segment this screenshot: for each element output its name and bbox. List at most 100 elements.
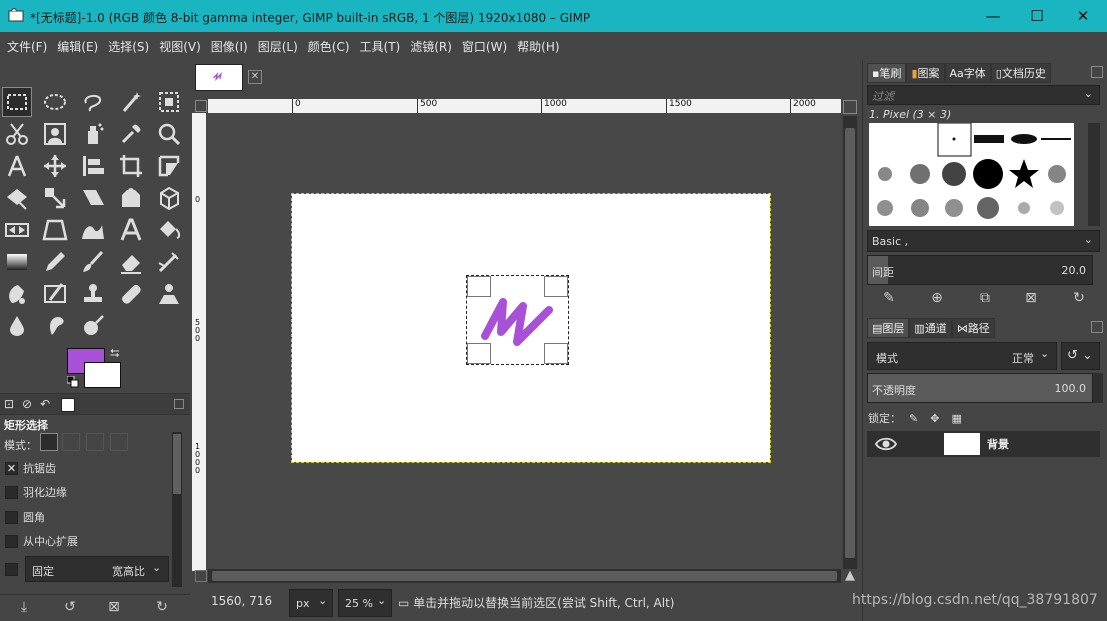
menu-tools[interactable]: 工具(T) — [355, 38, 406, 55]
layers-dock-menu-icon[interactable] — [1091, 321, 1103, 333]
spacing-slider[interactable]: 间距 20.0 — [867, 255, 1093, 285]
tab-menu-icon[interactable] — [174, 399, 184, 409]
zoom-tool[interactable] — [154, 119, 184, 149]
close-button[interactable]: ✕ — [1060, 0, 1106, 32]
tab-brushes[interactable]: ▪ 笔刷 — [867, 63, 907, 83]
option-feather-edges[interactable]: 羽化边缘 — [5, 483, 67, 501]
tab-document-history[interactable]: ▯ 文档历史 — [990, 63, 1051, 83]
clone-tool[interactable] — [78, 279, 108, 309]
edit-brush-icon[interactable]: ✎ — [879, 290, 899, 310]
save-options-icon[interactable]: ⤓ — [14, 599, 34, 619]
free-select-tool[interactable] — [78, 87, 108, 117]
quick-mask-toggle[interactable] — [195, 570, 207, 582]
image-tab-thumbnail[interactable] — [195, 64, 243, 91]
antialias-checkbox[interactable]: ✕ — [5, 461, 18, 475]
color-picker-tool[interactable] — [116, 119, 146, 149]
scrollbar-thumb[interactable] — [212, 571, 837, 581]
perspective-clone-tool[interactable] — [154, 279, 184, 309]
heal-tool[interactable] — [116, 279, 146, 309]
crop-tool[interactable] — [116, 151, 146, 181]
pencil-tool[interactable] — [40, 247, 70, 277]
feather-checkbox[interactable] — [5, 485, 18, 499]
layer-mode-dropdown[interactable]: 模式 正常 ⌄ — [867, 342, 1057, 370]
scrollbar-thumb[interactable] — [173, 434, 181, 494]
unified-transform-tool[interactable] — [154, 151, 184, 181]
duplicate-brush-icon[interactable]: ⧉ — [975, 290, 995, 310]
menu-filters[interactable]: 滤镜(R) — [405, 38, 457, 55]
ellipse-select-tool[interactable] — [40, 87, 70, 117]
fixed-checkbox[interactable] — [5, 562, 18, 576]
align-tool[interactable] — [78, 151, 108, 181]
paintbrush-tool[interactable] — [78, 247, 108, 277]
rectangle-selection[interactable] — [466, 275, 569, 365]
zoom-image-icon[interactable]: ▲ — [845, 568, 855, 583]
layer-row[interactable]: 背景 — [867, 431, 1100, 457]
bucket-fill-tool[interactable] — [154, 215, 184, 245]
mode-subtract-button[interactable] — [86, 433, 104, 451]
delete-brush-icon[interactable]: ⊠ — [1021, 290, 1041, 310]
maximize-button[interactable]: ☐ — [1014, 0, 1060, 32]
menu-select[interactable]: 选择(S) — [103, 38, 154, 55]
mode-add-button[interactable] — [62, 433, 80, 451]
canvas-viewport[interactable] — [208, 113, 841, 569]
menu-view[interactable]: 视图(V) — [154, 38, 206, 55]
reset-colors-icon[interactable] — [67, 376, 79, 388]
airbrush-select-tool[interactable] — [78, 119, 108, 149]
unit-dropdown[interactable]: px ⌄ — [289, 589, 333, 617]
rect-select-tool[interactable] — [2, 87, 32, 117]
flip-tool[interactable] — [2, 215, 32, 245]
ink-tool[interactable] — [2, 279, 32, 309]
move-tool[interactable] — [40, 151, 70, 181]
option-rounded-corners[interactable]: 圆角 — [5, 508, 45, 526]
refresh-brushes-icon[interactable]: ↻ — [1069, 290, 1089, 310]
warp-transform-tool[interactable] — [2, 183, 32, 213]
horizontal-ruler[interactable]: 0 500 1000 1500 2000 — [208, 99, 841, 113]
perspective-tool[interactable] — [40, 215, 70, 245]
undo-history-tab-icon[interactable]: ↶ — [40, 397, 50, 411]
measure-tool[interactable] — [2, 151, 32, 181]
background-color-swatch[interactable] — [84, 362, 121, 388]
menu-help[interactable]: 帮助(H) — [512, 38, 564, 55]
gradient-tool[interactable] — [2, 247, 32, 277]
eye-icon[interactable] — [875, 435, 897, 453]
handle-transform-tool[interactable] — [78, 215, 108, 245]
fixed-dropdown[interactable]: 固定 宽高比 ⌄ — [25, 556, 169, 582]
brush-dock-menu-icon[interactable] — [1091, 66, 1103, 78]
menu-file[interactable]: 文件(F) — [2, 38, 52, 55]
swap-colors-icon[interactable]: ⮀ — [110, 346, 120, 361]
tab-channels[interactable]: ▥ 通道 — [909, 318, 952, 338]
lock-pixels-icon[interactable]: ✎ — [909, 412, 918, 425]
tab-layers[interactable]: ▤ 图层 — [867, 318, 910, 338]
fuzzy-select-tool[interactable] — [116, 87, 146, 117]
mode-intersect-button[interactable] — [110, 433, 128, 451]
mode-replace-button[interactable] — [40, 433, 58, 451]
image-canvas[interactable] — [291, 193, 771, 463]
scale-tool[interactable] — [40, 183, 70, 213]
tool-options-scrollbar[interactable] — [172, 432, 182, 587]
tab-fonts[interactable]: Aa 字体 — [944, 63, 991, 83]
option-fixed[interactable] — [5, 560, 23, 578]
brush-tag-dropdown[interactable]: Basic , ⌄ — [867, 230, 1100, 252]
device-status-tab-icon[interactable]: ⊘ — [22, 397, 32, 411]
brush-grid[interactable] — [869, 123, 1074, 226]
blur-sharpen-tool[interactable] — [2, 311, 32, 341]
menu-layer[interactable]: 图层(L) — [253, 38, 303, 55]
expand-center-checkbox[interactable] — [5, 534, 18, 548]
cage-transform-tool[interactable] — [116, 183, 146, 213]
close-image-tab-button[interactable]: ✕ — [248, 70, 262, 84]
minimize-button[interactable]: — — [970, 0, 1016, 32]
lock-position-icon[interactable]: ✥ — [930, 412, 939, 425]
menu-image[interactable]: 图像(I) — [206, 38, 253, 55]
menu-windows[interactable]: 窗口(W) — [457, 38, 512, 55]
brush-grid-scrollbar[interactable] — [1088, 123, 1100, 226]
zoom-dropdown[interactable]: 25 % ⌄ — [338, 589, 392, 617]
3d-transform-tool[interactable] — [154, 183, 184, 213]
text-tool[interactable] — [116, 215, 146, 245]
menu-colors[interactable]: 颜色(C) — [303, 38, 355, 55]
option-antialias[interactable]: ✕ 抗锯齿 — [5, 459, 56, 477]
tool-options-tab-icon[interactable]: ⊡ — [4, 397, 14, 411]
horizontal-scrollbar[interactable] — [208, 569, 841, 583]
navigate-button[interactable] — [843, 100, 857, 114]
restore-options-icon[interactable]: ↺ — [60, 599, 80, 619]
tab-patterns[interactable]: ▮ 图案 — [906, 63, 945, 83]
